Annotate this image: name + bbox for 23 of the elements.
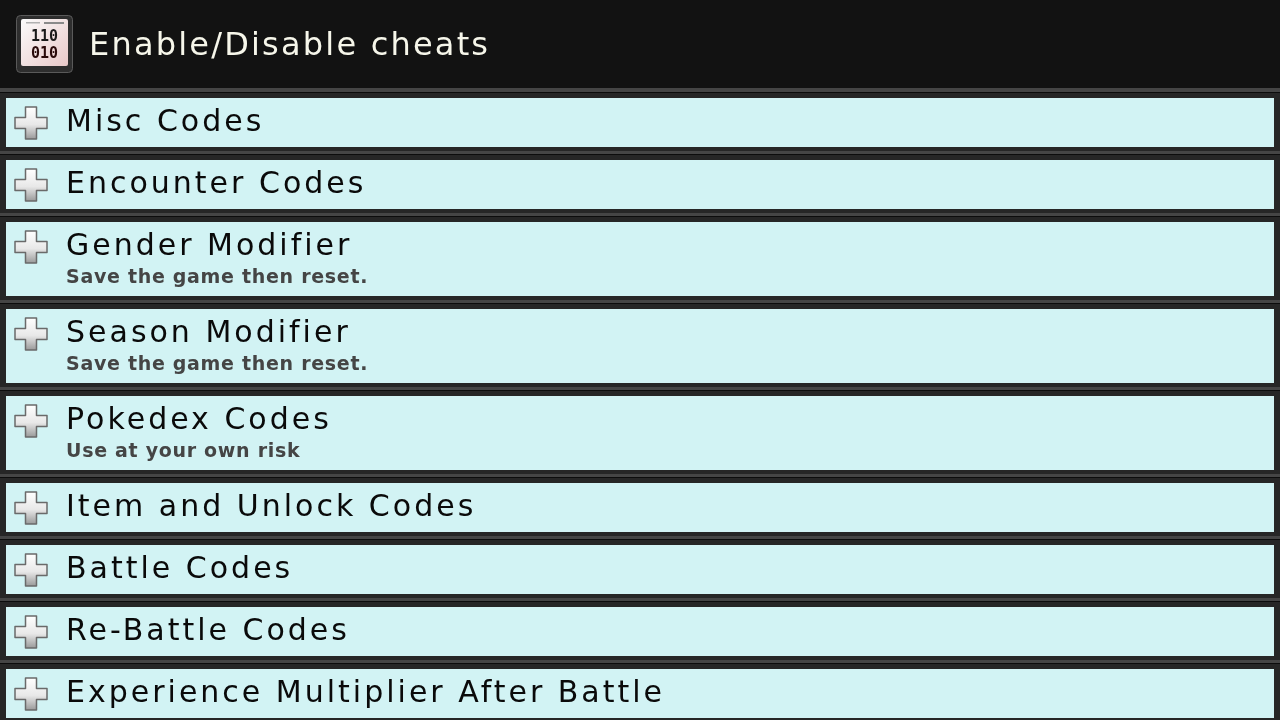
group-subtitle: Save the game then reset.: [66, 351, 369, 376]
group-title: Season Modifier: [66, 315, 352, 349]
group-title: Gender Modifier: [66, 228, 354, 262]
group-title: Experience Multiplier After Battle: [66, 675, 666, 709]
cheat-group-row[interactable]: Season Modifier Save the game then reset.: [6, 309, 1274, 383]
cheat-group-row[interactable]: Battle Codes: [6, 545, 1274, 594]
cheat-group-row[interactable]: Encounter Codes: [6, 160, 1274, 209]
group-subtitle: Save the game then reset.: [66, 264, 369, 289]
cheat-group-row[interactable]: Gender Modifier Save the game then reset.: [6, 222, 1274, 296]
cheat-group-row[interactable]: Pokedex Codes Use at your own risk: [6, 396, 1274, 470]
cheat-group-row[interactable]: Misc Codes: [6, 98, 1274, 147]
cheat-group-row[interactable]: Re-Battle Codes: [6, 607, 1274, 656]
group-title: Re-Battle Codes: [66, 613, 350, 647]
screen-title: Enable/Disable cheats: [89, 24, 491, 64]
group-title: Item and Unlock Codes: [66, 489, 477, 523]
cheat-group-row[interactable]: Item and Unlock Codes: [6, 483, 1274, 532]
cheat-group-row[interactable]: Experience Multiplier After Battle: [6, 669, 1274, 718]
group-title: Pokedex Codes: [66, 402, 332, 436]
group-title: Encounter Codes: [66, 166, 367, 200]
group-subtitle: Use at your own risk: [66, 438, 302, 463]
binary-card-icon: 110 010: [16, 15, 73, 73]
group-title: Misc Codes: [66, 104, 265, 138]
group-title: Battle Codes: [66, 551, 294, 585]
